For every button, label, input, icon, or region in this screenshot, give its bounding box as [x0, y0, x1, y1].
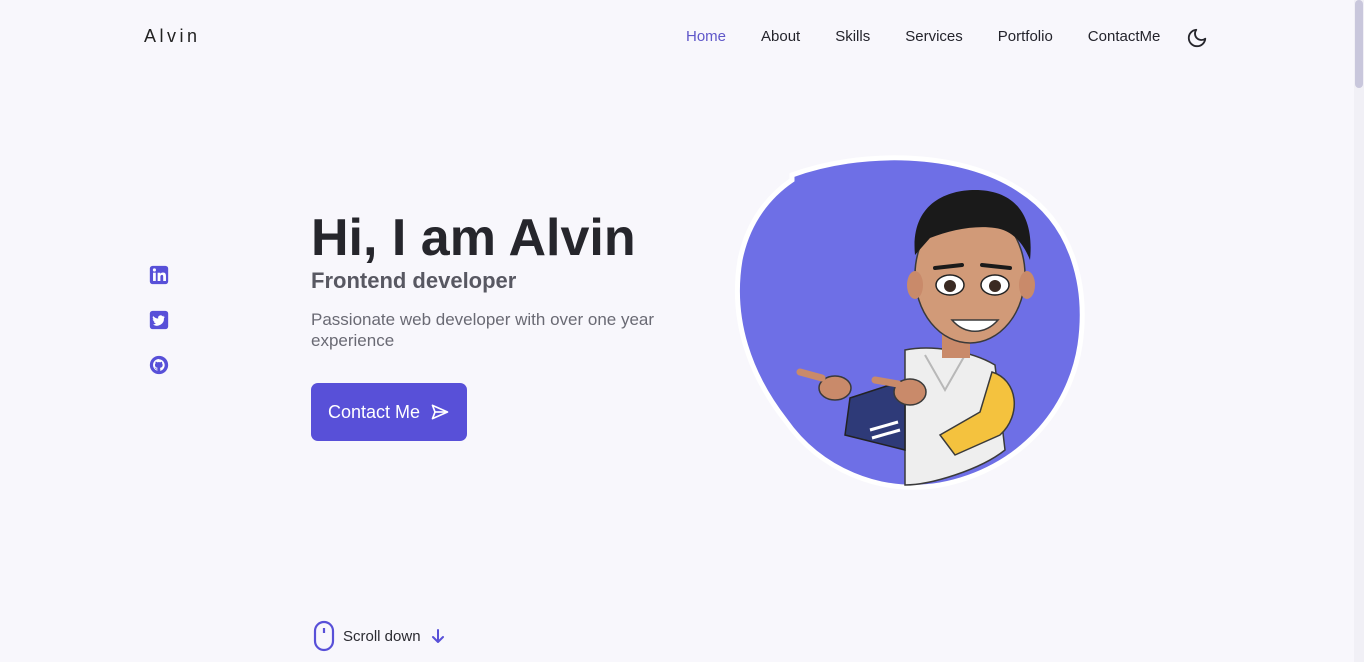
site-logo[interactable]: Alvin	[144, 26, 201, 47]
social-links	[148, 264, 170, 399]
nav-contactme[interactable]: ContactMe	[1088, 28, 1161, 45]
mouse-icon	[313, 620, 335, 652]
contact-me-button[interactable]: Contact Me	[311, 383, 467, 441]
hero-text: Hi, I am Alvin Frontend developer Passio…	[311, 208, 711, 351]
hero-title: Hi, I am Alvin	[311, 209, 636, 267]
scroll-down-link[interactable]: Scroll down	[313, 620, 445, 652]
page-scrollbar[interactable]	[1354, 0, 1364, 662]
linkedin-icon[interactable]	[148, 264, 170, 286]
nav-skills[interactable]: Skills	[835, 28, 870, 45]
nav-portfolio[interactable]: Portfolio	[998, 28, 1053, 45]
hero-subtitle: Frontend developer	[311, 268, 517, 293]
scroll-down-label: Scroll down	[343, 627, 421, 645]
main-nav: Home About Skills Services Portfolio Con…	[686, 28, 1195, 45]
github-icon[interactable]	[148, 354, 170, 376]
nav-services[interactable]: Services	[905, 28, 963, 45]
send-icon	[431, 404, 449, 420]
twitter-icon[interactable]	[148, 309, 170, 331]
arrow-down-icon	[431, 629, 444, 643]
moon-icon[interactable]	[1186, 27, 1208, 49]
contact-me-label: Contact Me	[327, 401, 421, 422]
nav-home[interactable]: Home	[686, 28, 726, 45]
site-header: Alvin Home About Skills Services Portfol…	[0, 0, 1354, 76]
scrollbar-thumb[interactable]	[1355, 0, 1363, 88]
hero-description: Passionate web developer with over one y…	[311, 310, 655, 350]
nav-about[interactable]: About	[761, 28, 800, 45]
avatar-illustration	[735, 155, 1085, 490]
